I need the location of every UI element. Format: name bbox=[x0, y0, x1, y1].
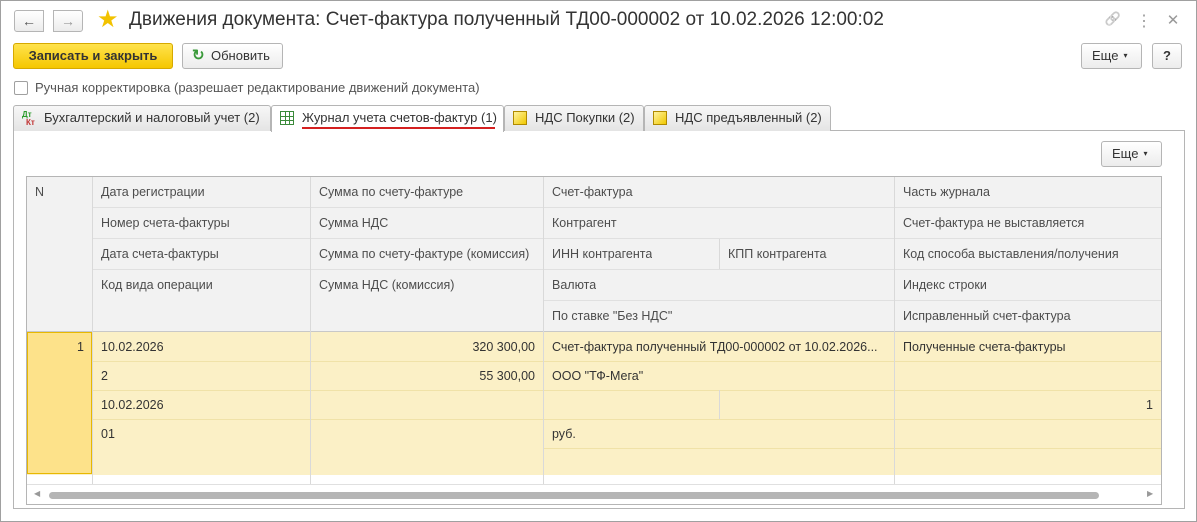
tab-vat-presented[interactable]: НДС предъявленный (2) bbox=[644, 105, 831, 131]
window-title: Движения документа: Счет-фактура получен… bbox=[129, 9, 884, 30]
tab-vat-purchases[interactable]: НДС Покупки (2) bbox=[504, 105, 644, 131]
cell-vat-amount[interactable]: 55 300,00 bbox=[311, 369, 535, 383]
header-n[interactable]: N bbox=[35, 185, 44, 199]
header-no-vat-rate[interactable]: По ставке "Без НДС" bbox=[552, 309, 672, 323]
header-currency[interactable]: Валюта bbox=[552, 278, 596, 292]
header-invoice-amount[interactable]: Сумма по счету-фактуре bbox=[319, 185, 463, 199]
more-label: Еще bbox=[1092, 48, 1119, 63]
grid-line bbox=[93, 390, 1161, 391]
grid-line bbox=[93, 361, 1161, 362]
scrollbar-thumb[interactable] bbox=[49, 492, 1099, 499]
tab-label: Журнал учета счетов-фактур (1) bbox=[302, 110, 497, 125]
forward-button[interactable]: → bbox=[53, 10, 83, 32]
favorite-star-icon[interactable]: ★ bbox=[97, 7, 119, 33]
scroll-right-icon[interactable]: ▶ bbox=[1147, 489, 1153, 498]
grid-line bbox=[27, 331, 1161, 332]
tab-invoice-journal[interactable]: Журнал учета счетов-фактур (1) bbox=[271, 105, 504, 132]
grid-line bbox=[93, 419, 1161, 420]
register-icon bbox=[653, 111, 667, 125]
horizontal-scrollbar[interactable]: ◀ ▶ bbox=[27, 484, 1161, 504]
cell-invoice-date[interactable]: 10.02.2026 bbox=[101, 398, 164, 412]
cell-journal-part[interactable]: Полученные счета-фактуры bbox=[903, 340, 1066, 354]
register-icon bbox=[513, 111, 527, 125]
grid-line bbox=[543, 177, 544, 484]
header-issue-method-code[interactable]: Код способа выставления/получения bbox=[903, 247, 1161, 261]
cell-operation-code[interactable]: 01 bbox=[101, 427, 115, 441]
cell-currency[interactable]: руб. bbox=[552, 427, 576, 441]
header-journal-part[interactable]: Часть журнала bbox=[903, 185, 990, 199]
header-corrected-invoice[interactable]: Исправленный счет-фактура bbox=[903, 309, 1071, 323]
grid-line bbox=[719, 239, 720, 269]
header-invoice-number[interactable]: Номер счета-фактуры bbox=[101, 216, 230, 230]
cell-invoice-amount[interactable]: 320 300,00 bbox=[311, 340, 535, 354]
header-invoice-not-issued[interactable]: Счет-фактура не выставляется bbox=[903, 216, 1084, 230]
grid-line bbox=[93, 238, 1161, 239]
scroll-left-icon[interactable]: ◀ bbox=[34, 489, 40, 498]
header-counterparty-inn[interactable]: ИНН контрагента bbox=[552, 247, 652, 261]
arrow-right-icon: → bbox=[61, 13, 75, 29]
chevron-down-icon: ▾ bbox=[1123, 51, 1128, 60]
header-registration-date[interactable]: Дата регистрации bbox=[101, 185, 205, 199]
tab-panel: Еще ▾ N Дата регистрации Номер счета-фак… bbox=[13, 131, 1185, 509]
active-tab-indicator bbox=[302, 127, 495, 129]
documents-movements-window: ← → ★ Движения документа: Счет-фактура п… bbox=[0, 0, 1197, 522]
header-invoice-amount-commission[interactable]: Сумма по счету-фактуре (комиссия) bbox=[319, 247, 529, 261]
help-button[interactable]: ? bbox=[1152, 43, 1182, 69]
grid-line bbox=[543, 300, 1161, 301]
title-bar: ← → ★ Движения документа: Счет-фактура п… bbox=[1, 1, 1196, 41]
grid-line bbox=[310, 177, 311, 484]
header-operation-code[interactable]: Код вида операции bbox=[101, 278, 213, 292]
header-vat-amount-commission[interactable]: Сумма НДС (комиссия) bbox=[319, 278, 454, 292]
grid-line bbox=[719, 390, 720, 419]
grid-line bbox=[543, 448, 1161, 449]
cell-issue-method-code[interactable]: 1 bbox=[895, 398, 1153, 412]
more-actions-icon[interactable]: ⋮ bbox=[1134, 11, 1154, 31]
grid-line bbox=[92, 177, 93, 484]
cell-counterparty[interactable]: ООО "ТФ-Мега" bbox=[552, 369, 643, 383]
more-label: Еще bbox=[1112, 146, 1139, 161]
header-invoice-date[interactable]: Дата счета-фактуры bbox=[101, 247, 219, 261]
back-button[interactable]: ← bbox=[14, 10, 44, 32]
grid-line bbox=[93, 207, 1161, 208]
refresh-button[interactable]: ↻ Обновить bbox=[182, 43, 283, 69]
header-counterparty[interactable]: Контрагент bbox=[552, 216, 617, 230]
more-menu-button[interactable]: Еще ▾ bbox=[1081, 43, 1142, 69]
tab-accounting[interactable]: Дт Кт Бухгалтерский и налоговый учет (2) bbox=[13, 105, 271, 131]
manual-correction-label[interactable]: Ручная корректировка (разрешает редактир… bbox=[35, 80, 480, 95]
grid-line bbox=[894, 177, 895, 484]
link-icon[interactable]: 🔗 bbox=[1103, 11, 1123, 27]
cell-invoice[interactable]: Счет-фактура полученный ТД00-000002 от 1… bbox=[552, 340, 890, 354]
manual-correction-checkbox[interactable] bbox=[14, 81, 28, 95]
cell-registration-date[interactable]: 10.02.2026 bbox=[101, 340, 164, 354]
cell-invoice-number[interactable]: 2 bbox=[101, 369, 108, 383]
grid-line bbox=[93, 269, 1161, 270]
arrow-left-icon: ← bbox=[22, 13, 36, 29]
chevron-down-icon: ▾ bbox=[1143, 149, 1148, 158]
header-invoice[interactable]: Счет-фактура bbox=[552, 185, 633, 199]
refresh-label: Обновить bbox=[211, 48, 270, 63]
tab-label: Бухгалтерский и налоговый учет (2) bbox=[44, 110, 260, 125]
dt-kt-icon: Дт Кт bbox=[22, 110, 35, 127]
table-more-menu-button[interactable]: Еще ▾ bbox=[1101, 141, 1162, 167]
header-vat-amount[interactable]: Сумма НДС bbox=[319, 216, 388, 230]
refresh-icon: ↻ bbox=[192, 47, 205, 64]
save-and-close-button[interactable]: Записать и закрыть bbox=[13, 43, 173, 69]
tab-label: НДС Покупки (2) bbox=[535, 110, 635, 125]
header-counterparty-kpp[interactable]: КПП контрагента bbox=[728, 247, 827, 261]
register-grid-icon bbox=[280, 111, 294, 125]
movements-table[interactable]: N Дата регистрации Номер счета-фактуры Д… bbox=[26, 176, 1162, 505]
cell-n[interactable]: 1 bbox=[27, 340, 84, 354]
tab-label: НДС предъявленный (2) bbox=[675, 110, 822, 125]
close-icon[interactable]: ✕ bbox=[1163, 11, 1183, 29]
header-line-index[interactable]: Индекс строки bbox=[903, 278, 987, 292]
